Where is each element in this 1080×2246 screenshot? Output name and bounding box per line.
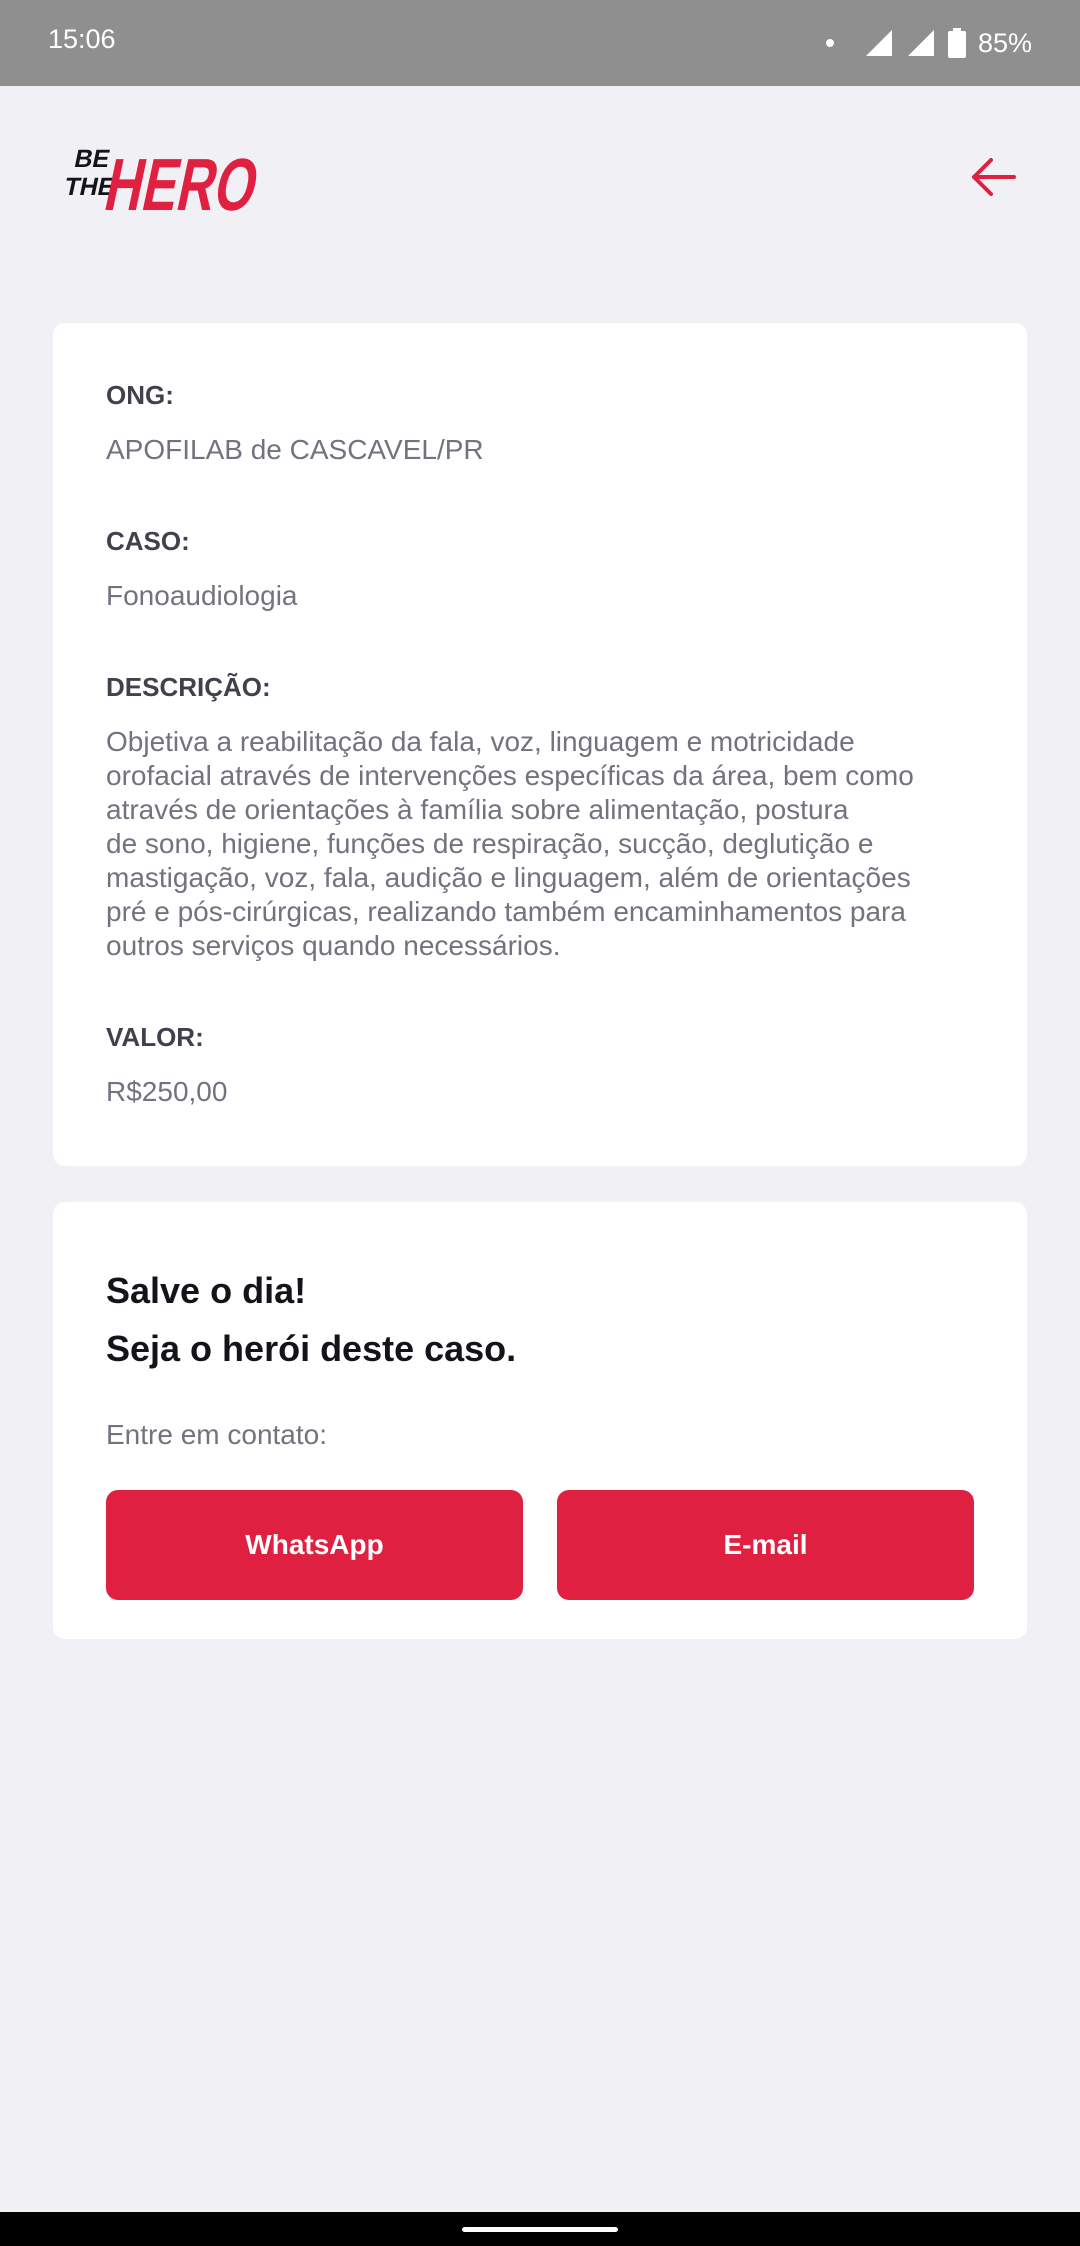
be-the-hero-logo: BE THE HERO [62,143,267,225]
description-label: DESCRIÇÃO: [106,672,271,702]
home-indicator[interactable] [462,2227,618,2232]
status-bar: 15:06 85% [0,0,1080,86]
description-block: DESCRIÇÃO: Objetiva a reabilitação da fa… [106,671,974,963]
contact-actions: WhatsApp E-mail [106,1490,974,1600]
email-button[interactable]: E-mail [557,1490,974,1600]
case-label: CASO: [106,526,190,556]
status-indicators: 85% [825,20,1032,66]
description-line: mastigação, voz, fala, audição e linguag… [106,862,911,893]
navigation-bar [0,2212,1080,2246]
ong-label: ONG: [106,380,174,410]
case-value: Fonoaudiologia [106,580,298,611]
arrow-left-icon [972,158,1016,196]
hero-title-line-1: Salve o dia! [106,1270,307,1311]
whatsapp-button[interactable]: WhatsApp [106,1490,523,1600]
description-line: orofacial através de intervenções especí… [106,760,914,791]
value-amount: R$250,00 [106,1076,228,1107]
description-line: de sono, higiene, funções de respiração,… [106,828,874,859]
cell-signal-icon [907,30,934,56]
battery-percentage: 85% [977,27,1032,58]
value-block: VALOR: R$250,00 [106,1021,974,1109]
wifi-signal-icon [865,30,892,56]
back-button[interactable] [958,147,1028,207]
description-line: outros serviços quando necessários. [106,930,561,961]
value-label: VALOR: [106,1022,204,1052]
incident-card: ONG: APOFILAB de CASCAVEL/PR CASO: Fonoa… [53,323,1027,1166]
logo-text-be: BE [72,145,113,173]
ong-block: ONG: APOFILAB de CASCAVEL/PR [106,379,974,467]
description-line: Objetiva a reabilitação da fala, voz, li… [106,726,855,757]
status-time: 15:06 [48,24,116,54]
case-block: CASO: Fonoaudiologia [106,525,974,613]
hero-title-line-2: Seja o herói deste caso. [106,1328,517,1369]
notification-dot-icon [825,39,834,47]
description-line: pré e pós-cirúrgicas, realizando também … [106,896,906,927]
description-line: através de orientações à família sobre a… [106,794,849,825]
contact-card: Salve o dia! Seja o herói deste caso. En… [53,1202,1027,1639]
contact-label: Entre em contato: [106,1419,328,1450]
header: BE THE HERO [52,125,1028,225]
battery-icon [947,28,966,58]
logo-text-hero: HERO [99,143,267,225]
ong-value: APOFILAB de CASCAVEL/PR [106,434,484,465]
description-value: Objetiva a reabilitação da fala, voz, li… [106,725,974,963]
